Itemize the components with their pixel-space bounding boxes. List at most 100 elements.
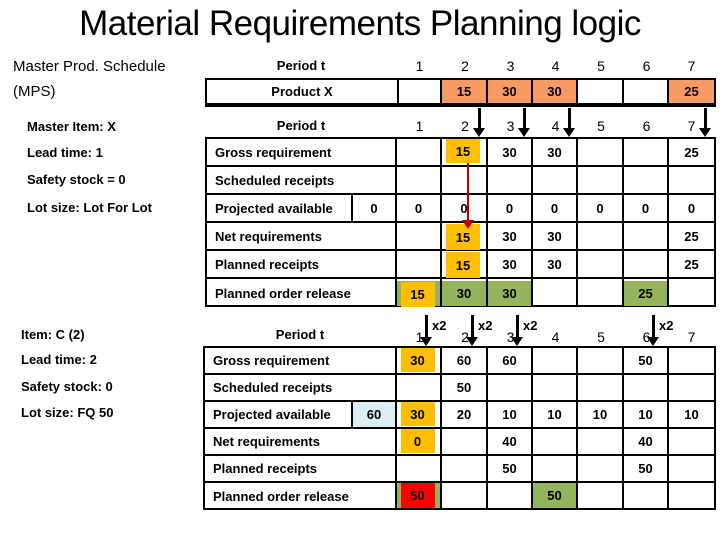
item_x-cell [624, 223, 669, 251]
item_c-cell: 10 [533, 402, 578, 429]
mps-demand-arrow-7-stem [703, 108, 707, 129]
mps-period-5: 5 [597, 58, 605, 74]
item_x-cell: 0 [624, 195, 669, 223]
item-x-lead-time: Lead time: 1 [27, 145, 103, 160]
item_x-cell: 25 [669, 251, 714, 279]
item-x-period-5: 5 [597, 118, 605, 134]
explosion-arrow-3-stem [515, 315, 519, 338]
item_x-cell: 0 [578, 195, 624, 223]
item_x-cell [397, 139, 442, 167]
mps-period-4: 4 [551, 58, 560, 74]
item_c-cell: 60 [488, 348, 533, 375]
mps-label: Master Prod. Schedule [13, 58, 166, 75]
item-x-gross-highlight: 15 [446, 139, 480, 163]
explosion-arrow-2-head [466, 337, 478, 346]
item_c-cell [578, 429, 624, 456]
item_c-cell [669, 429, 714, 456]
item_c-row-label: Scheduled receipts [205, 375, 397, 402]
item_x-cell: 25 [669, 223, 714, 251]
mps-cell: 30 [488, 80, 533, 105]
item_c-row-label: Planned order release [205, 483, 397, 510]
item-c-release-highlight: 50 [400, 483, 435, 508]
item_c-cell: 10 [578, 402, 624, 429]
item_x-cell [442, 167, 488, 195]
mps-demand-arrow-7-head [699, 128, 711, 137]
mps-demand-arrow-2-stem [477, 108, 481, 129]
flow-arrow-stem [466, 163, 469, 221]
item_c-cell: 50 [488, 456, 533, 483]
item_x-row-label: Planned receipts [207, 251, 397, 279]
item_c-cell [578, 456, 624, 483]
multiplier-label: x2 [478, 318, 493, 333]
item_c-cell [624, 483, 669, 510]
item_x-cell [578, 251, 624, 279]
item_x-cell: 30 [488, 251, 533, 279]
mps-period-header: Period t [276, 58, 326, 73]
item-x-safety-stock: Safety stock = 0 [27, 172, 126, 187]
item_x-row-label: Scheduled receipts [207, 167, 397, 195]
item_c-cell [578, 348, 624, 375]
item_x-cell [578, 139, 624, 167]
item_x-cell [669, 167, 714, 195]
item-x-release-highlight: 15 [400, 282, 435, 307]
mps-demand-arrow-3-stem [522, 108, 526, 129]
explosion-arrow-1-stem [424, 315, 428, 338]
item_c-cell [442, 456, 488, 483]
item_x-row-label: Gross requirement [207, 139, 397, 167]
item_x-cell [624, 251, 669, 279]
item_c-cell [533, 429, 578, 456]
page-title: Material Requirements Planning logic [79, 4, 641, 43]
explosion-arrow-6-stem [651, 315, 655, 338]
multiplier-label: x2 [659, 318, 674, 333]
item-c-item: Item: C (2) [21, 327, 85, 342]
item-c-period-7: 7 [687, 329, 696, 345]
mps-cell: 15 [442, 80, 488, 105]
item_c-cell: 10 [488, 402, 533, 429]
item_x-row-label: Planned order release [207, 279, 397, 307]
item_c-period-header: Period t [275, 327, 325, 342]
item_c-cell [442, 429, 488, 456]
mps-cell: 25 [669, 80, 714, 105]
item_c-row-label: Projected available [205, 402, 353, 429]
item_x-cell [578, 279, 624, 307]
multiplier-label: x2 [523, 318, 538, 333]
item-c-period-4: 4 [551, 329, 560, 345]
mps-row-label: Product X [207, 80, 399, 105]
explosion-arrow-6-head [647, 337, 659, 346]
item_c-cell [533, 456, 578, 483]
item_c-row-label: Planned receipts [205, 456, 397, 483]
item_x-cell [397, 223, 442, 251]
explosion-arrow-2-stem [470, 315, 474, 338]
item_x-cell: 0 [533, 195, 578, 223]
item_c-cell [397, 456, 442, 483]
item_c-row-label: Net requirements [205, 429, 397, 456]
item_x-cell: 30 [533, 139, 578, 167]
multiplier-label: x2 [432, 318, 447, 333]
mps-demand-arrow-4-head [563, 128, 575, 137]
item_x-initial-projected: 0 [353, 195, 397, 223]
item_x-cell [397, 251, 442, 279]
item_x-row-label: Net requirements [207, 223, 397, 251]
item-x-release-green: 30 [488, 281, 531, 306]
flow-arrow-head [462, 220, 474, 229]
mps-cell [578, 80, 624, 105]
item_x-cell: 30 [488, 223, 533, 251]
item_c-cell: 50 [624, 456, 669, 483]
item_c-cell [397, 375, 442, 402]
item_c-cell [533, 348, 578, 375]
item_c-row-label: Gross requirement [205, 348, 397, 375]
item_x-cell [578, 167, 624, 195]
item-c-lot-size: Lot size: FQ 50 [21, 405, 114, 420]
item_c-cell [533, 375, 578, 402]
item-x-release-green: 30 [442, 281, 486, 306]
item_x-cell: 25 [669, 139, 714, 167]
mps-label-abbrev: (MPS) [13, 83, 56, 100]
item_x-cell [624, 139, 669, 167]
item_c-cell [669, 483, 714, 510]
item_c-cell: 40 [624, 429, 669, 456]
item-x-lot-size: Lot size: Lot For Lot [27, 200, 152, 215]
item-x-period-6: 6 [642, 118, 651, 134]
item_c-cell [442, 483, 488, 510]
item-c-safety-stock: Safety stock: 0 [21, 379, 113, 394]
mps-demand-arrow-4-stem [567, 108, 571, 129]
